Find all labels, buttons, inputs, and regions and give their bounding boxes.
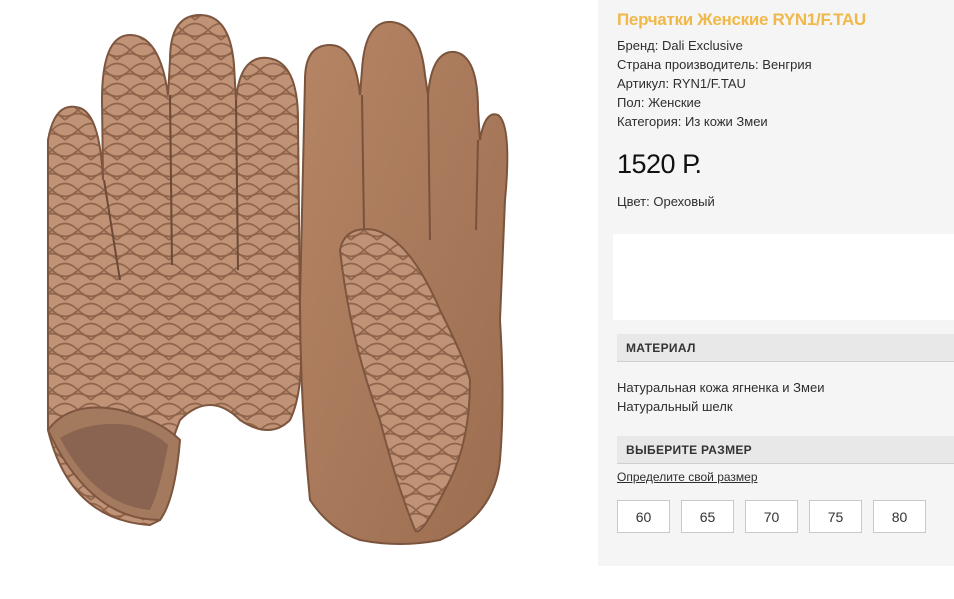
attribute-brand: Бренд: Dali Exclusive	[617, 38, 743, 53]
attribute-gender: Пол: Женские	[617, 95, 702, 110]
size-guide-link[interactable]: Определите свой размер	[617, 470, 758, 484]
material-section-heading: МАТЕРИАЛ	[617, 334, 954, 362]
material-item: Натуральный шелк	[617, 399, 733, 414]
size-option-70[interactable]: 70	[745, 500, 798, 533]
size-option-75[interactable]: 75	[809, 500, 862, 533]
attribute-category: Категория: Из кожи Змеи	[617, 114, 768, 129]
product-image	[0, 0, 548, 568]
product-title: Перчатки Женские RYN1/F.TAU	[617, 10, 866, 29]
attribute-sku: Артикул: RYN1/F.TAU	[617, 76, 746, 91]
size-option-65[interactable]: 65	[681, 500, 734, 533]
color-swatch-area	[613, 234, 954, 320]
material-list: Натуральная кожа ягненка и Змеи Натураль…	[617, 378, 824, 416]
right-glove	[298, 20, 509, 545]
size-section-heading: ВЫБЕРИТЕ РАЗМЕР	[617, 436, 954, 464]
product-info-panel: Перчатки Женские RYN1/F.TAU Бренд: Dali …	[598, 0, 954, 566]
product-color: Цвет: Ореховый	[617, 194, 715, 209]
product-price: 1520 Р.	[617, 149, 702, 179]
size-option-80[interactable]: 80	[873, 500, 926, 533]
material-item: Натуральная кожа ягненка и Змеи	[617, 380, 825, 395]
product-attributes: Бренд: Dali Exclusive Страна производите…	[617, 36, 812, 131]
size-options: 60 65 70 75 80	[617, 500, 926, 533]
gloves-illustration	[46, 13, 509, 545]
attribute-country: Страна производитель: Венгрия	[617, 57, 812, 72]
left-glove	[46, 13, 303, 527]
size-option-60[interactable]: 60	[617, 500, 670, 533]
